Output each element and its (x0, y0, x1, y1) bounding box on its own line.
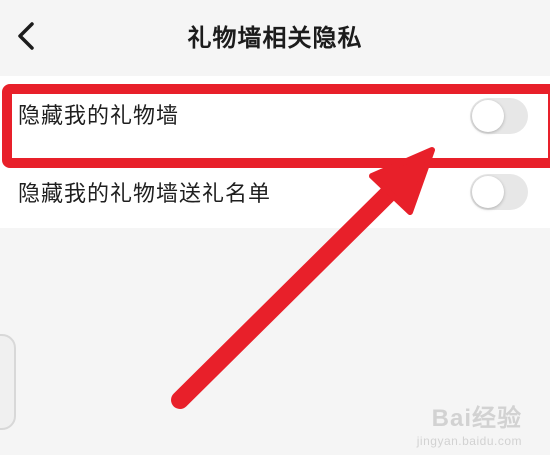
hide-gift-wall-toggle[interactable] (470, 98, 528, 134)
watermark: Bai经验 jingyan.baidu.com (416, 405, 522, 448)
watermark-url: jingyan.baidu.com (416, 434, 522, 448)
toggle-knob (472, 176, 504, 208)
watermark-logo: Bai经验 (431, 405, 522, 432)
setting-row-hide-gift-list: 隐藏我的礼物墙送礼名单 (0, 156, 550, 228)
hide-gift-list-toggle[interactable] (470, 174, 528, 210)
toggle-knob (472, 100, 504, 132)
side-handle (0, 334, 16, 430)
setting-label: 隐藏我的礼物墙 (18, 104, 180, 129)
settings-list: 隐藏我的礼物墙 隐藏我的礼物墙送礼名单 (0, 76, 550, 228)
setting-label: 隐藏我的礼物墙送礼名单 (18, 182, 272, 207)
page-title: 礼物墙相关隐私 (187, 24, 363, 52)
header-bar: 礼物墙相关隐私 (0, 0, 550, 76)
setting-row-hide-gift-wall: 隐藏我的礼物墙 (0, 76, 550, 156)
